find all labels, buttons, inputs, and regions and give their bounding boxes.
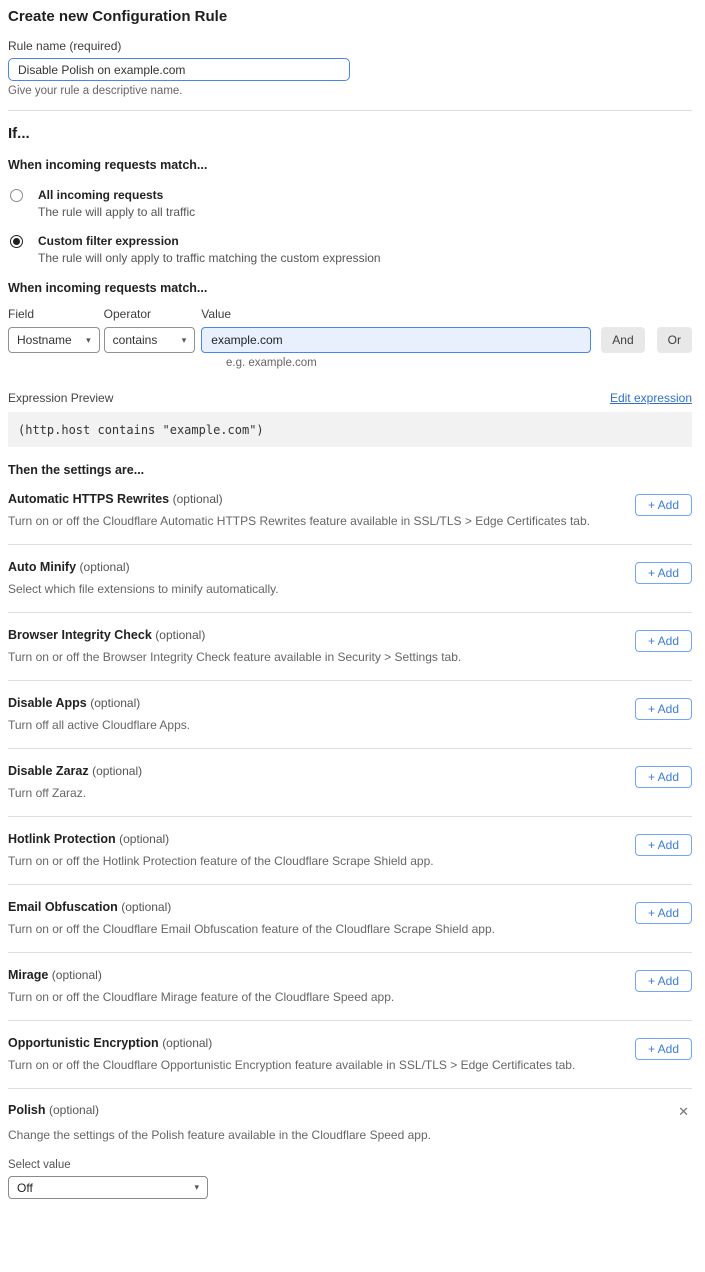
chevron-down-icon: ▾ bbox=[182, 335, 187, 346]
setting-description: Select which file extensions to minify a… bbox=[8, 582, 279, 596]
setting-title: Mirage bbox=[8, 968, 48, 982]
match-type-heading: When incoming requests match... bbox=[8, 158, 692, 172]
operator-label: Operator bbox=[104, 307, 196, 321]
value-input[interactable] bbox=[201, 327, 591, 353]
or-button[interactable]: Or bbox=[657, 327, 692, 353]
setting-section-auto-minify: Auto Minify (optional) Select which file… bbox=[8, 545, 692, 612]
expression-builder-heading: When incoming requests match... bbox=[8, 281, 692, 295]
radio-option-all-incoming-requests[interactable]: All incoming requests The rule will appl… bbox=[8, 188, 692, 219]
setting-section-mirage: Mirage (optional) Turn on or off the Clo… bbox=[8, 953, 692, 1020]
radio-button[interactable] bbox=[10, 235, 23, 248]
setting-description: Turn on or off the Browser Integrity Che… bbox=[8, 650, 461, 664]
optional-label: (optional) bbox=[162, 1036, 212, 1050]
setting-title: Auto Minify bbox=[8, 560, 76, 574]
then-settings-heading: Then the settings are... bbox=[8, 463, 692, 477]
optional-label: (optional) bbox=[92, 764, 142, 778]
setting-title: Automatic HTTPS Rewrites bbox=[8, 492, 169, 506]
setting-description: Turn on or off the Cloudflare Opportunis… bbox=[8, 1058, 575, 1072]
setting-description: Turn on or off the Cloudflare Automatic … bbox=[8, 514, 590, 528]
add-auto-minify-button[interactable]: + Add bbox=[635, 562, 692, 584]
divider bbox=[8, 110, 692, 111]
rule-name-helper: Give your rule a descriptive name. bbox=[8, 85, 692, 97]
setting-section-hotlink-protection: Hotlink Protection (optional) Turn on or… bbox=[8, 817, 692, 884]
optional-label: (optional) bbox=[173, 492, 223, 506]
setting-title: Opportunistic Encryption bbox=[8, 1036, 159, 1050]
setting-description: Change the settings of the Polish featur… bbox=[8, 1128, 692, 1142]
optional-label: (optional) bbox=[52, 968, 102, 982]
setting-section-disable-apps: Disable Apps (optional) Turn off all act… bbox=[8, 681, 692, 748]
add-disable-zaraz-button[interactable]: + Add bbox=[635, 766, 692, 788]
polish-select-value: Off bbox=[17, 1181, 33, 1195]
radio-option-description: The rule will apply to all traffic bbox=[38, 205, 195, 219]
optional-label: (optional) bbox=[121, 900, 171, 914]
setting-section-browser-integrity-check: Browser Integrity Check (optional) Turn … bbox=[8, 613, 692, 680]
and-button[interactable]: And bbox=[601, 327, 644, 353]
field-select-value: Hostname bbox=[17, 333, 72, 347]
setting-section-automatic-https-rewrites: Automatic HTTPS Rewrites (optional) Turn… bbox=[8, 477, 692, 544]
chevron-down-icon: ▾ bbox=[86, 335, 91, 346]
optional-label: (optional) bbox=[155, 628, 205, 642]
setting-title: Email Obfuscation bbox=[8, 900, 118, 914]
operator-select[interactable]: contains ▾ bbox=[104, 327, 196, 353]
radio-option-custom-filter-expression[interactable]: Custom filter expression The rule will o… bbox=[8, 234, 692, 265]
setting-description: Turn on or off the Cloudflare Mirage fea… bbox=[8, 990, 394, 1004]
expression-preview-label: Expression Preview bbox=[8, 391, 113, 405]
field-select[interactable]: Hostname ▾ bbox=[8, 327, 100, 353]
rule-name-label: Rule name (required) bbox=[8, 39, 692, 53]
add-automatic-https-rewrites-button[interactable]: + Add bbox=[635, 494, 692, 516]
edit-expression-link[interactable]: Edit expression bbox=[610, 391, 692, 405]
field-label: Field bbox=[8, 307, 100, 321]
add-email-obfuscation-button[interactable]: + Add bbox=[635, 902, 692, 924]
setting-title: Disable Apps bbox=[8, 696, 87, 710]
optional-label: (optional) bbox=[49, 1103, 99, 1117]
operator-select-value: contains bbox=[113, 333, 158, 347]
expression-preview-code: (http.host contains "example.com") bbox=[8, 412, 692, 447]
value-helper: e.g. example.com bbox=[226, 357, 692, 369]
setting-description: Turn off Zaraz. bbox=[8, 786, 142, 800]
setting-description: Turn off all active Cloudflare Apps. bbox=[8, 718, 190, 732]
radio-option-description: The rule will only apply to traffic matc… bbox=[38, 251, 381, 265]
setting-description: Turn on or off the Hotlink Protection fe… bbox=[8, 854, 434, 868]
polish-value-select[interactable]: Off ▾ bbox=[8, 1176, 208, 1199]
radio-button[interactable] bbox=[10, 189, 23, 202]
setting-title: Polish bbox=[8, 1103, 46, 1117]
radio-option-label: All incoming requests bbox=[38, 188, 195, 202]
setting-section-disable-zaraz: Disable Zaraz (optional) Turn off Zaraz.… bbox=[8, 749, 692, 816]
setting-section-email-obfuscation: Email Obfuscation (optional) Turn on or … bbox=[8, 885, 692, 952]
setting-section-opportunistic-encryption: Opportunistic Encryption (optional) Turn… bbox=[8, 1021, 692, 1088]
optional-label: (optional) bbox=[119, 832, 169, 846]
value-label: Value bbox=[201, 307, 591, 321]
radio-option-label: Custom filter expression bbox=[38, 234, 381, 248]
add-browser-integrity-check-button[interactable]: + Add bbox=[635, 630, 692, 652]
rule-name-input[interactable] bbox=[8, 58, 350, 81]
add-opportunistic-encryption-button[interactable]: + Add bbox=[635, 1038, 692, 1060]
setting-title: Disable Zaraz bbox=[8, 764, 89, 778]
optional-label: (optional) bbox=[80, 560, 130, 574]
add-disable-apps-button[interactable]: + Add bbox=[635, 698, 692, 720]
create-configuration-rule-form: Create new Configuration Rule Rule name … bbox=[0, 0, 705, 1199]
add-hotlink-protection-button[interactable]: + Add bbox=[635, 834, 692, 856]
select-value-label: Select value bbox=[8, 1159, 692, 1171]
add-mirage-button[interactable]: + Add bbox=[635, 970, 692, 992]
optional-label: (optional) bbox=[90, 696, 140, 710]
chevron-down-icon: ▾ bbox=[194, 1182, 199, 1193]
page-title: Create new Configuration Rule bbox=[8, 8, 692, 25]
if-heading: If... bbox=[8, 125, 692, 142]
setting-title: Hotlink Protection bbox=[8, 832, 116, 846]
expression-builder-row: Field Hostname ▾ Operator contains ▾ Val… bbox=[8, 307, 692, 353]
setting-title: Browser Integrity Check bbox=[8, 628, 152, 642]
close-icon[interactable]: ✕ bbox=[675, 1103, 692, 1120]
setting-section-polish: Polish (optional) ✕ Change the settings … bbox=[8, 1089, 692, 1199]
setting-description: Turn on or off the Cloudflare Email Obfu… bbox=[8, 922, 495, 936]
